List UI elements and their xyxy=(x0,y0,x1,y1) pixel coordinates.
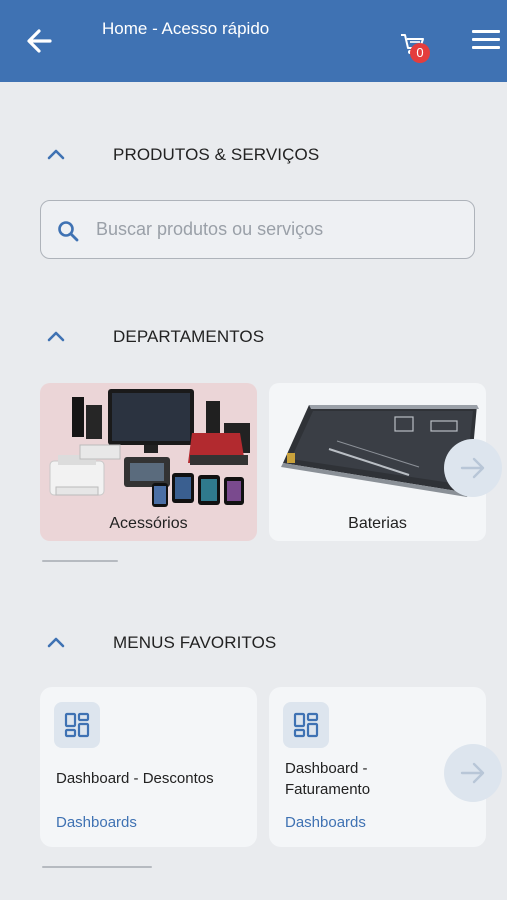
favorite-menu-card[interactable]: Dashboard - Descontos Dashboards xyxy=(40,687,257,847)
departments-next-button[interactable] xyxy=(444,439,502,497)
favorite-title: Dashboard - Descontos xyxy=(56,770,214,787)
section-title: PRODUTOS & SERVIÇOS xyxy=(113,145,320,164)
favorite-category: Dashboards xyxy=(56,814,137,831)
hamburger-menu-icon[interactable] xyxy=(472,30,500,52)
cart-count-badge: 0 xyxy=(410,43,430,63)
chevron-up-icon[interactable] xyxy=(46,634,66,650)
top-app-bar: Home - Acesso rápido 0 xyxy=(0,0,507,82)
arrow-right-icon xyxy=(460,762,485,784)
section-title: MENUS FAVORITOS xyxy=(113,633,277,652)
dashboard-icon xyxy=(54,702,100,748)
section-products-header: PRODUTOS & SERVIÇOS xyxy=(0,140,507,170)
favorite-category: Dashboards xyxy=(285,814,366,831)
dashboard-icon xyxy=(283,702,329,748)
search-input[interactable] xyxy=(96,211,456,247)
back-arrow-icon[interactable] xyxy=(24,26,56,56)
section-title: DEPARTAMENTOS xyxy=(113,327,265,346)
departments-scroll-indicator[interactable] xyxy=(42,560,118,562)
favorite-title: Dashboard - Faturamento xyxy=(285,760,371,798)
department-label: Baterias xyxy=(348,515,407,532)
department-label: Acessórios xyxy=(109,515,188,532)
chevron-up-icon[interactable] xyxy=(46,146,66,162)
favorites-next-button[interactable] xyxy=(444,744,502,802)
search-field[interactable] xyxy=(40,200,475,259)
chevron-up-icon[interactable] xyxy=(46,328,66,344)
section-favorites-header: MENUS FAVORITOS xyxy=(0,628,507,658)
section-departments-header: DEPARTAMENTOS xyxy=(0,322,507,352)
department-card-accessories[interactable]: Acessórios xyxy=(40,383,257,541)
search-icon xyxy=(57,220,79,242)
page-title: Home - Acesso rápido xyxy=(102,19,270,38)
favorites-scroll-indicator[interactable] xyxy=(42,866,152,868)
electronics-image xyxy=(49,389,250,507)
arrow-right-icon xyxy=(460,457,485,479)
